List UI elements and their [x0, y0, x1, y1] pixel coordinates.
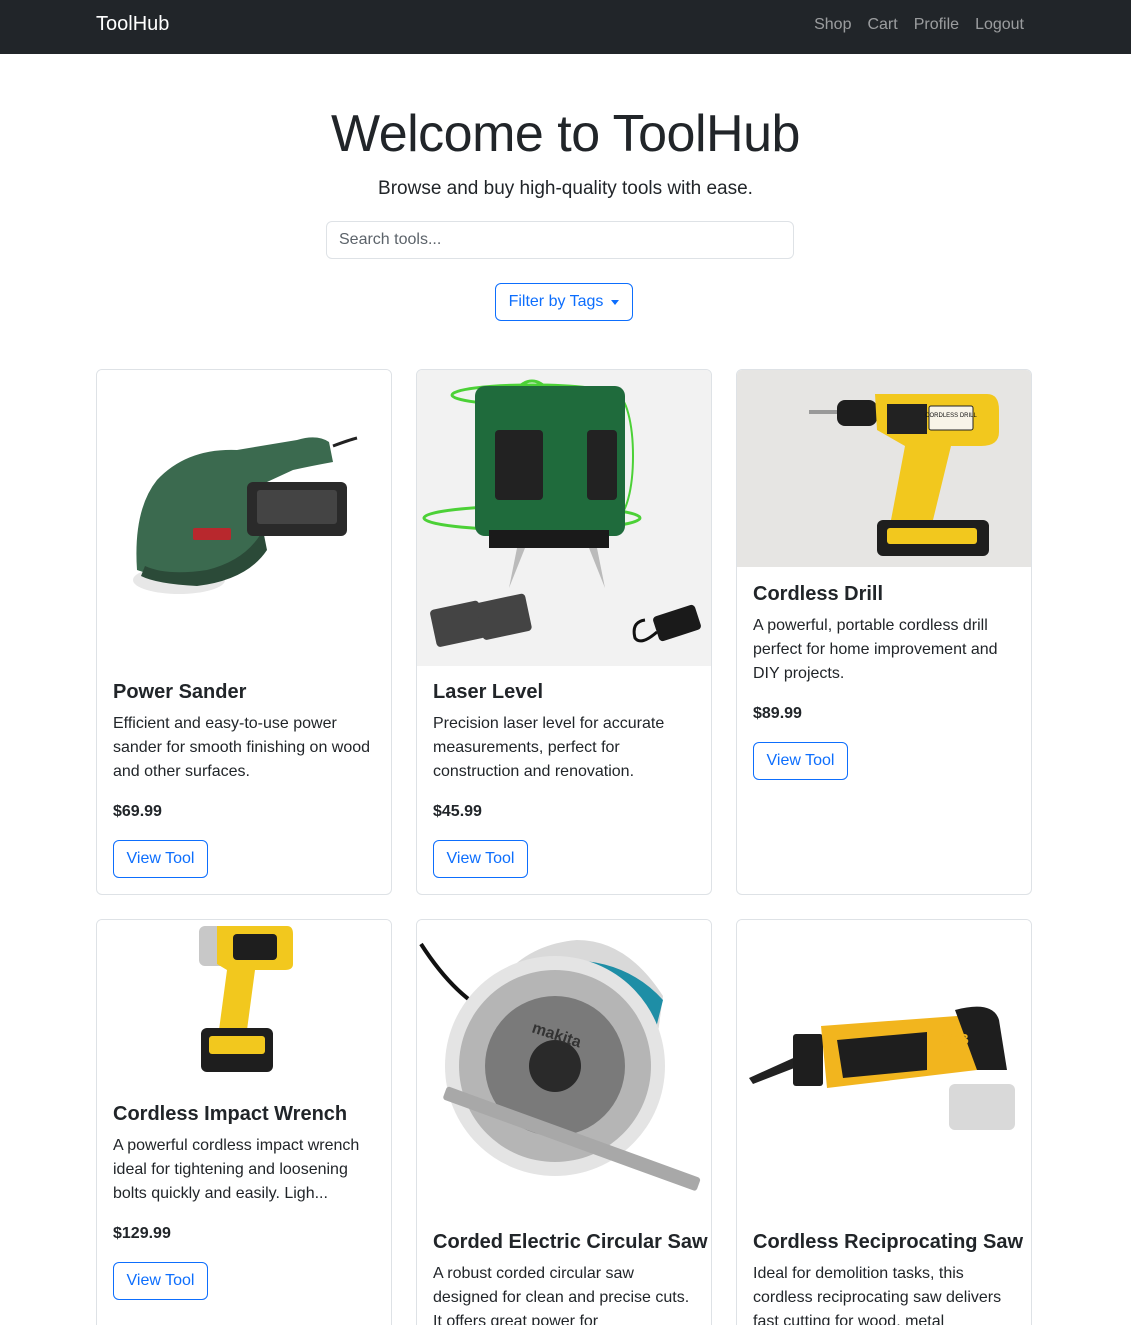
tool-name: Power Sander — [113, 681, 247, 703]
view-tool-button[interactable]: View Tool — [113, 840, 208, 878]
view-tool-button[interactable]: View Tool — [753, 742, 848, 780]
tool-name: Cordless Drill — [753, 583, 884, 605]
reciprocating-saw-image: JCB — [737, 920, 1031, 1216]
tool-name: Corded Electric Circular Saw — [433, 1231, 708, 1253]
cordless-drill-image: CORDLESS DRILL — [737, 370, 1031, 567]
tool-card-circular-saw: makita Corded Electric Circular Saw A ro… — [416, 919, 712, 1325]
view-tool-button[interactable]: View Tool — [113, 1262, 208, 1300]
tool-card-impact-wrench: Cordless Impact Wrench A powerful cordle… — [96, 919, 392, 1325]
tool-name: Laser Level — [433, 681, 544, 703]
tool-name: Cordless Impact Wrench — [113, 1103, 348, 1125]
page-subtitle: Browse and buy high-quality tools with e… — [378, 178, 753, 199]
tool-description: A powerful cordless impact wrench ideal … — [113, 1137, 360, 1202]
page-title: Welcome to ToolHub — [331, 105, 800, 163]
power-sander-image — [97, 370, 391, 666]
view-tool-button[interactable]: View Tool — [433, 840, 528, 878]
tool-card-reciprocating-saw: JCB Cordless Reciprocating Saw Ideal for… — [736, 919, 1032, 1325]
tool-description: A robust corded circular saw designed fo… — [433, 1265, 690, 1325]
tool-card-laser-level: Laser Level Precision laser level for ac… — [416, 369, 712, 895]
tool-description: Efficient and easy-to-use power sander f… — [113, 715, 371, 780]
tool-price: $69.99 — [113, 803, 162, 820]
tool-price: $129.99 — [113, 1225, 171, 1242]
search-input[interactable] — [326, 221, 794, 259]
navbar: ToolHub Shop Cart Profile Logout — [0, 0, 1131, 54]
tool-card-power-sander: Power Sander Efficient and easy-to-use p… — [96, 369, 392, 895]
impact-wrench-image — [97, 920, 391, 1090]
filter-tags-label: Filter by Tags — [508, 293, 604, 310]
drill-label-text: CORDLESS DRILL — [925, 413, 977, 419]
tool-description: A powerful, portable cordless drill perf… — [753, 617, 998, 682]
laser-level-image — [417, 370, 711, 666]
tool-card-cordless-drill: CORDLESS DRILL Cordless Drill A powerful… — [736, 369, 1032, 895]
tool-price: $89.99 — [753, 705, 802, 722]
saw-brand-text: JCB — [939, 1031, 969, 1048]
nav-profile-link[interactable]: Profile — [914, 16, 959, 34]
brand-logo[interactable]: ToolHub — [96, 13, 169, 36]
tool-price: $45.99 — [433, 803, 482, 820]
circular-saw-image: makita — [417, 920, 711, 1216]
nav-links: Shop Cart Profile Logout — [814, 16, 1024, 34]
filter-tags-dropdown[interactable]: Filter by Tags — [495, 283, 633, 321]
nav-shop-link[interactable]: Shop — [814, 16, 851, 34]
nav-logout-link[interactable]: Logout — [975, 16, 1024, 34]
tool-description: Ideal for demolition tasks, this cordles… — [753, 1265, 1002, 1325]
tool-name: Cordless Reciprocating Saw — [753, 1231, 1024, 1253]
chevron-down-icon — [611, 299, 620, 305]
tool-description: Precision laser level for accurate measu… — [433, 715, 665, 780]
nav-cart-link[interactable]: Cart — [867, 16, 897, 34]
